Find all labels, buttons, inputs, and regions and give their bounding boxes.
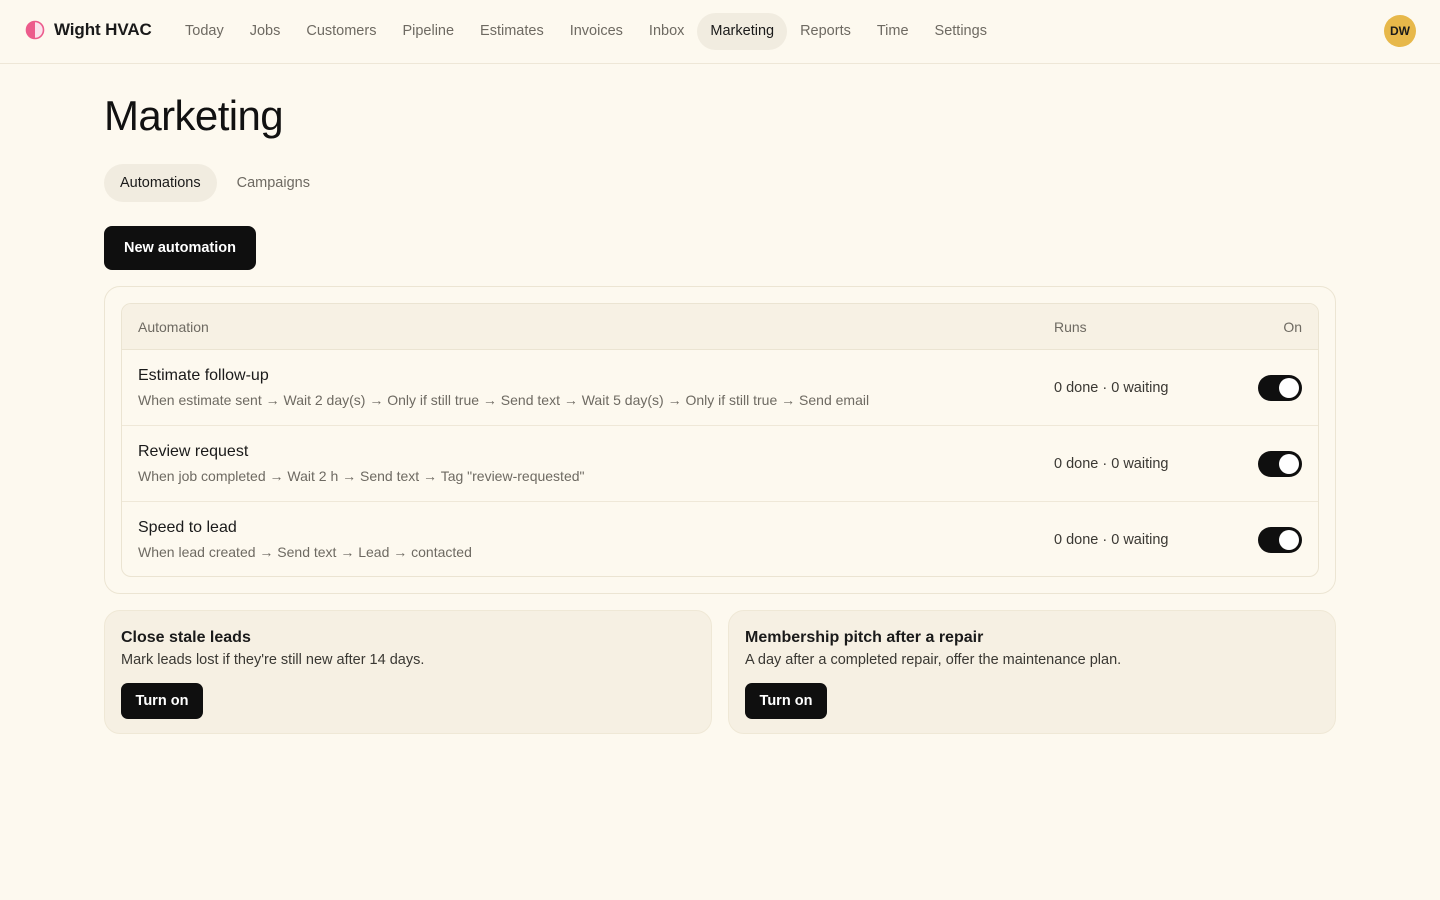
automation-toggle[interactable] xyxy=(1258,527,1302,553)
user-avatar[interactable]: DW xyxy=(1384,15,1416,47)
toggle-knob xyxy=(1279,378,1299,398)
automation-title: Speed to lead xyxy=(138,519,237,536)
page-title: Marketing xyxy=(104,92,284,139)
main-nav: Today Jobs Customers Pipeline Estimates … xyxy=(172,13,1000,50)
brand[interactable]: Wight HVAC xyxy=(25,20,152,40)
automation-title: Estimate follow-up xyxy=(138,367,269,384)
table-row[interactable]: Review request When job completed → Wait… xyxy=(122,426,1318,502)
automation-description: When job completed → Wait 2 h → Send tex… xyxy=(138,468,585,484)
suggestion-title: Membership pitch after a repair xyxy=(745,629,984,646)
toggle-knob xyxy=(1279,454,1299,474)
automation-runs: 0 done · 0 waiting xyxy=(1054,380,1169,396)
table-row[interactable]: Estimate follow-up When estimate sent → … xyxy=(122,350,1318,426)
top-navigation-bar: Wight HVAC Today Jobs Customers Pipeline… xyxy=(0,0,1440,64)
suggestion-description: Mark leads lost if they're still new aft… xyxy=(121,652,425,668)
half-circle-logo-icon xyxy=(25,20,45,40)
nav-item-inbox[interactable]: Inbox xyxy=(636,13,697,50)
app-name: Wight HVAC xyxy=(54,20,152,39)
suggestion-description: A day after a completed repair, offer th… xyxy=(745,652,1122,668)
suggestion-card-close-stale-leads: Close stale leads Mark leads lost if the… xyxy=(104,610,712,734)
tab-campaigns[interactable]: Campaigns xyxy=(221,164,326,202)
nav-item-time[interactable]: Time xyxy=(864,13,922,50)
nav-item-estimates[interactable]: Estimates xyxy=(467,13,557,50)
automation-runs: 0 done · 0 waiting xyxy=(1054,532,1169,548)
automation-runs: 0 done · 0 waiting xyxy=(1054,456,1169,472)
marketing-tabs: Automations Campaigns xyxy=(104,164,330,202)
turn-on-button[interactable]: Turn on xyxy=(745,683,827,719)
automation-title: Review request xyxy=(138,443,249,460)
turn-on-button[interactable]: Turn on xyxy=(121,683,203,719)
nav-item-jobs[interactable]: Jobs xyxy=(237,13,294,50)
suggestion-card-membership-pitch: Membership pitch after a repair A day af… xyxy=(728,610,1336,734)
table-header: Automation Runs On xyxy=(122,304,1318,350)
nav-item-settings[interactable]: Settings xyxy=(922,13,1000,50)
automations-card: Automation Runs On Estimate follow-up Wh… xyxy=(104,286,1336,594)
nav-item-invoices[interactable]: Invoices xyxy=(557,13,636,50)
nav-item-reports[interactable]: Reports xyxy=(787,13,864,50)
column-header-automation: Automation xyxy=(138,319,209,335)
new-automation-button[interactable]: New automation xyxy=(104,226,256,270)
nav-item-customers[interactable]: Customers xyxy=(293,13,389,50)
nav-item-pipeline[interactable]: Pipeline xyxy=(389,13,467,50)
automation-description: When estimate sent → Wait 2 day(s) → Onl… xyxy=(138,392,870,408)
toggle-knob xyxy=(1279,530,1299,550)
column-header-on: On xyxy=(1283,319,1302,335)
nav-item-today[interactable]: Today xyxy=(172,13,237,50)
suggestion-title: Close stale leads xyxy=(121,629,251,646)
column-header-runs: Runs xyxy=(1054,319,1087,335)
automations-table: Automation Runs On Estimate follow-up Wh… xyxy=(121,303,1319,577)
table-row[interactable]: Speed to lead When lead created → Send t… xyxy=(122,502,1318,576)
automation-toggle[interactable] xyxy=(1258,451,1302,477)
automation-description: When lead created → Send text → Lead → c… xyxy=(138,544,472,560)
tab-automations[interactable]: Automations xyxy=(104,164,217,202)
nav-item-marketing[interactable]: Marketing xyxy=(697,13,788,50)
automation-toggle[interactable] xyxy=(1258,375,1302,401)
